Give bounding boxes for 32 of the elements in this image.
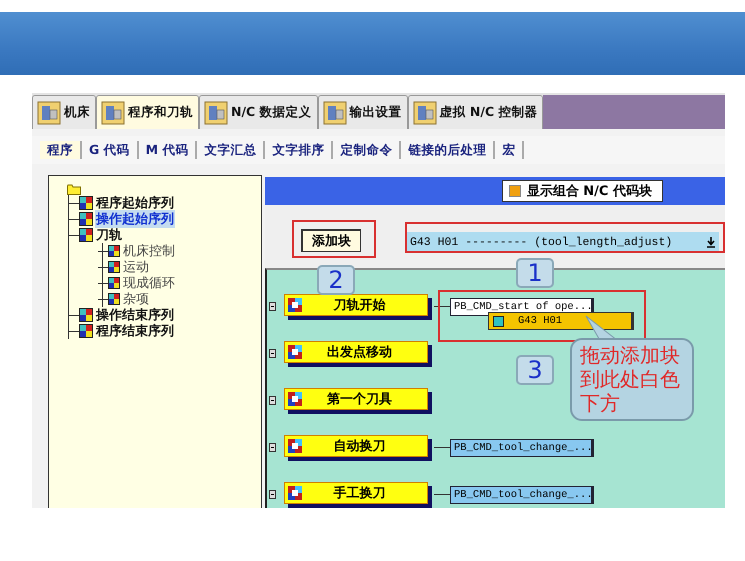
sub-tab[interactable]: 链接的后处理 — [401, 141, 496, 159]
sub-tab[interactable]: 程序 — [40, 141, 82, 159]
code-block[interactable]: PB_CMD_tool_change_... — [450, 438, 594, 456]
main-tab[interactable]: 输出设置 — [318, 95, 408, 129]
sub-tab[interactable]: G 代码 — [82, 141, 139, 159]
tree-item[interactable]: 杂项 — [122, 290, 150, 308]
tree-item[interactable]: 机床控制 — [122, 242, 176, 260]
main-tab[interactable]: 机床 — [32, 95, 96, 129]
tree-item[interactable]: 操作起始序列 — [95, 210, 175, 228]
main-tab[interactable]: 程序和刀轨 — [96, 95, 199, 129]
step-number: 1 — [516, 258, 554, 288]
sub-tab[interactable]: 宏 — [495, 141, 524, 159]
tree-item[interactable]: 程序结束序列 — [95, 322, 175, 340]
tree-item[interactable]: 现成循环 — [122, 274, 176, 292]
step-number: 3 — [516, 355, 554, 385]
display-checkbox[interactable]: 显示组合 N/C 代码块 — [502, 180, 663, 202]
sub-tab[interactable]: 文字排序 — [265, 141, 334, 159]
main-tab[interactable]: N/C 数据定义 — [199, 95, 318, 129]
tree-item[interactable]: 刀轨 — [95, 226, 123, 244]
sub-tab[interactable]: M 代码 — [138, 141, 198, 159]
sub-tab[interactable]: 定制命令 — [333, 141, 402, 159]
step-number: 2 — [317, 265, 355, 295]
tree-item[interactable]: 程序起始序列 — [95, 194, 175, 212]
block-dropdown[interactable]: G43 H01 --------- (tool_length_adjust) — [407, 232, 719, 252]
tree-item[interactable]: 运动 — [122, 258, 150, 276]
sub-tab[interactable]: 文字汇总 — [197, 141, 266, 159]
code-block[interactable]: PB_CMD_tool_change_... — [450, 486, 594, 504]
tree-item[interactable]: 操作结束序列 — [95, 306, 175, 324]
main-tab[interactable]: 虚拟 N/C 控制器 — [408, 95, 544, 129]
dragged-block[interactable]: G43 H01 — [488, 312, 634, 330]
callout-text: 拖动添加块到此处白色下方 — [570, 338, 694, 421]
add-block-button[interactable]: 添加块 — [301, 229, 361, 252]
